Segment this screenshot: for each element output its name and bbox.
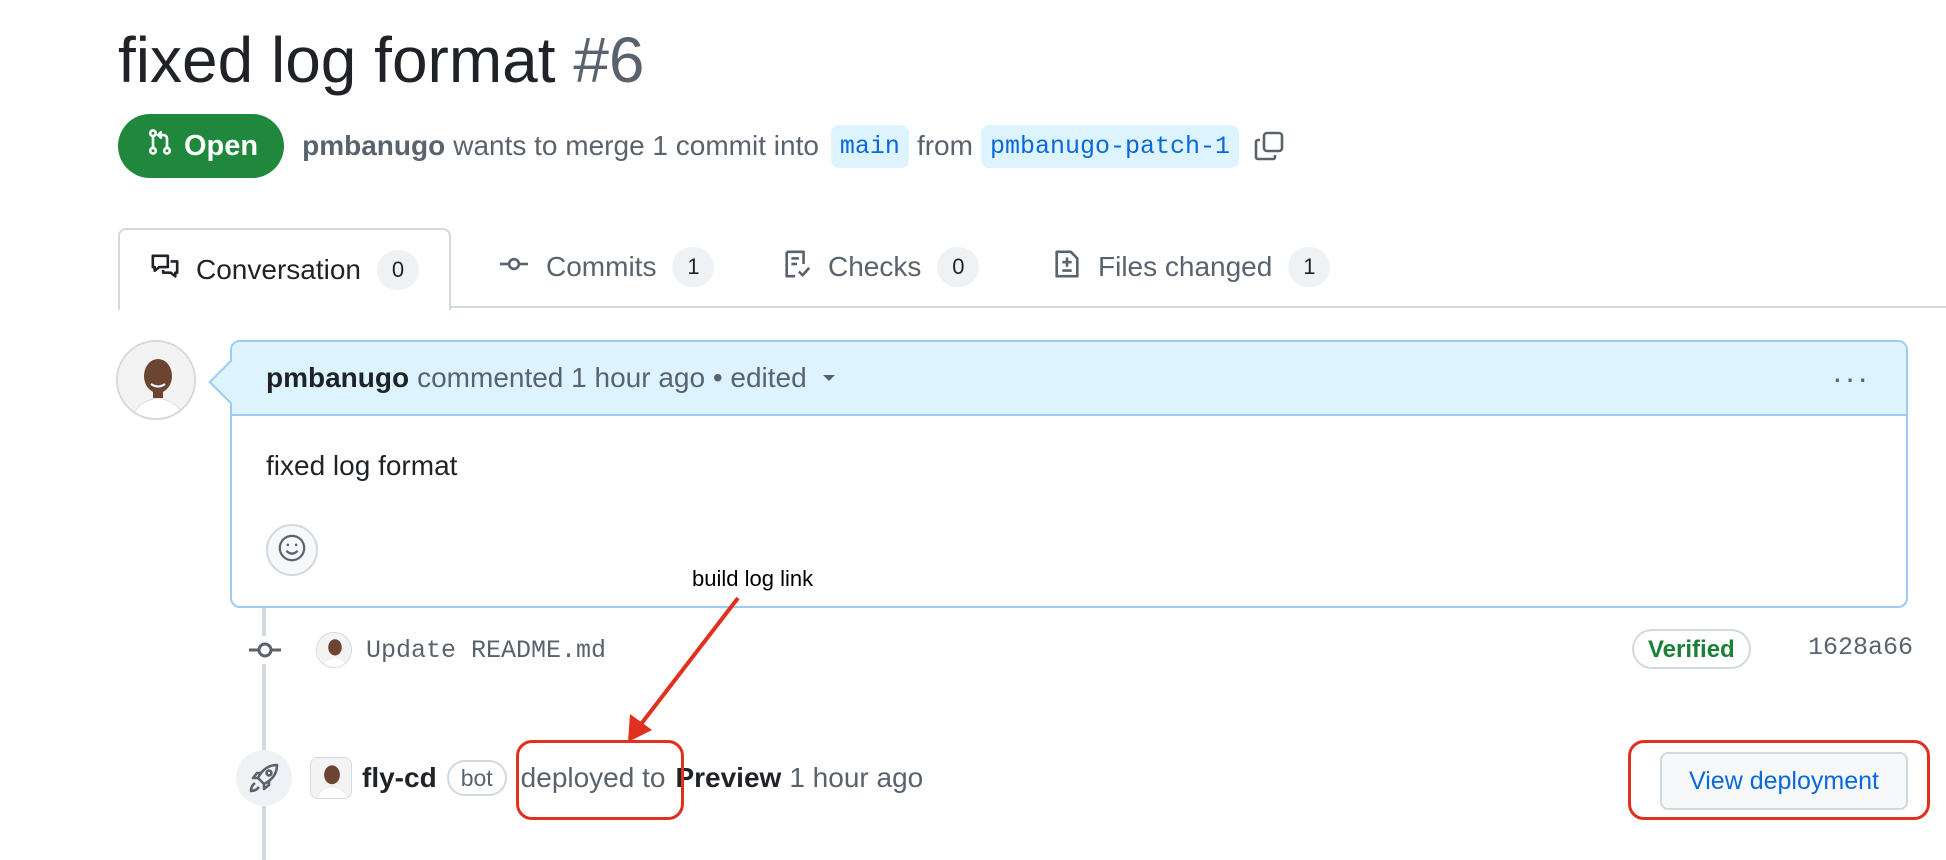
avatar[interactable] <box>316 632 352 668</box>
pr-tabs: Conversation 0 Commits 1 Checks 0 Files … <box>118 228 1946 310</box>
annotation-arrow <box>628 596 740 742</box>
comment-box: pmbanugo commented 1 hour ago • edited ·… <box>208 340 1908 608</box>
state-label: Open <box>184 129 259 162</box>
annotation-highlight-view-deployment <box>1628 740 1930 820</box>
tab-label: Files changed <box>1098 251 1273 282</box>
base-branch[interactable]: main <box>830 124 909 168</box>
open-state-badge: Open <box>118 114 285 178</box>
deploy-actor-link[interactable]: fly-cd <box>362 762 437 794</box>
merge-info: pmbanugo wants to merge 1 commit into ma… <box>302 124 1285 168</box>
deploy-time[interactable]: 1 hour ago <box>789 762 923 794</box>
rocket-icon <box>236 750 292 806</box>
tab-counter: 1 <box>672 247 715 287</box>
git-commit-icon <box>247 632 283 668</box>
triangle-down-icon[interactable] <box>821 373 837 383</box>
comment-body: fixed log format <box>266 450 458 481</box>
environment-name[interactable]: Preview <box>675 762 781 794</box>
tab-counter: 0 <box>937 247 980 287</box>
pr-title-text: fixed log format <box>118 24 556 96</box>
pr-title: fixed log format #6 <box>118 22 645 98</box>
avatar[interactable] <box>116 340 196 420</box>
annotation-label: build log link <box>692 566 814 591</box>
bot-badge: bot <box>446 760 507 796</box>
git-pull-request-icon <box>146 127 174 165</box>
kebab-horizontal-icon[interactable]: ··· <box>1832 360 1870 397</box>
head-branch[interactable]: pmbanugo-patch-1 <box>980 124 1239 168</box>
avatar[interactable] <box>310 757 352 799</box>
commit-sha-link[interactable]: 1628a66 <box>1808 633 1913 662</box>
tab-label: Commits <box>546 251 657 282</box>
tab-checks[interactable]: Checks 0 <box>782 228 980 306</box>
tab-label: Checks <box>828 251 922 282</box>
comment-discussion-icon <box>150 252 180 289</box>
tab-counter: 1 <box>1288 247 1331 287</box>
from-text: from <box>916 130 973 161</box>
comment-meta[interactable]: commented 1 hour ago • edited <box>417 362 807 394</box>
commit-row: Update README.md <box>316 628 606 672</box>
merge-text: wants to merge 1 commit into <box>453 130 819 161</box>
tab-files-changed[interactable]: Files changed 1 <box>1052 228 1331 306</box>
smiley-icon <box>277 533 307 568</box>
add-reaction-button[interactable] <box>266 524 318 576</box>
tab-label: Conversation <box>196 254 361 285</box>
tab-counter: 0 <box>376 250 419 290</box>
pr-state-row: Open pmbanugo wants to merge 1 commit in… <box>118 114 1285 178</box>
copy-icon[interactable] <box>1253 130 1285 162</box>
tab-commits[interactable]: Commits 1 <box>498 228 715 306</box>
comment-header: pmbanugo commented 1 hour ago • edited ·… <box>208 342 1906 416</box>
commit-message-link[interactable]: Update README.md <box>366 636 606 665</box>
comment-author-link[interactable]: pmbanugo <box>266 362 409 394</box>
pr-author-link[interactable]: pmbanugo <box>302 130 445 162</box>
verified-badge[interactable]: Verified <box>1632 629 1751 669</box>
tab-conversation[interactable]: Conversation 0 <box>118 228 451 310</box>
git-commit-icon <box>498 249 530 286</box>
pr-number: #6 <box>573 24 645 96</box>
annotation-highlight-deployed <box>516 740 684 820</box>
checklist-icon <box>782 248 812 287</box>
file-diff-icon <box>1052 248 1082 287</box>
